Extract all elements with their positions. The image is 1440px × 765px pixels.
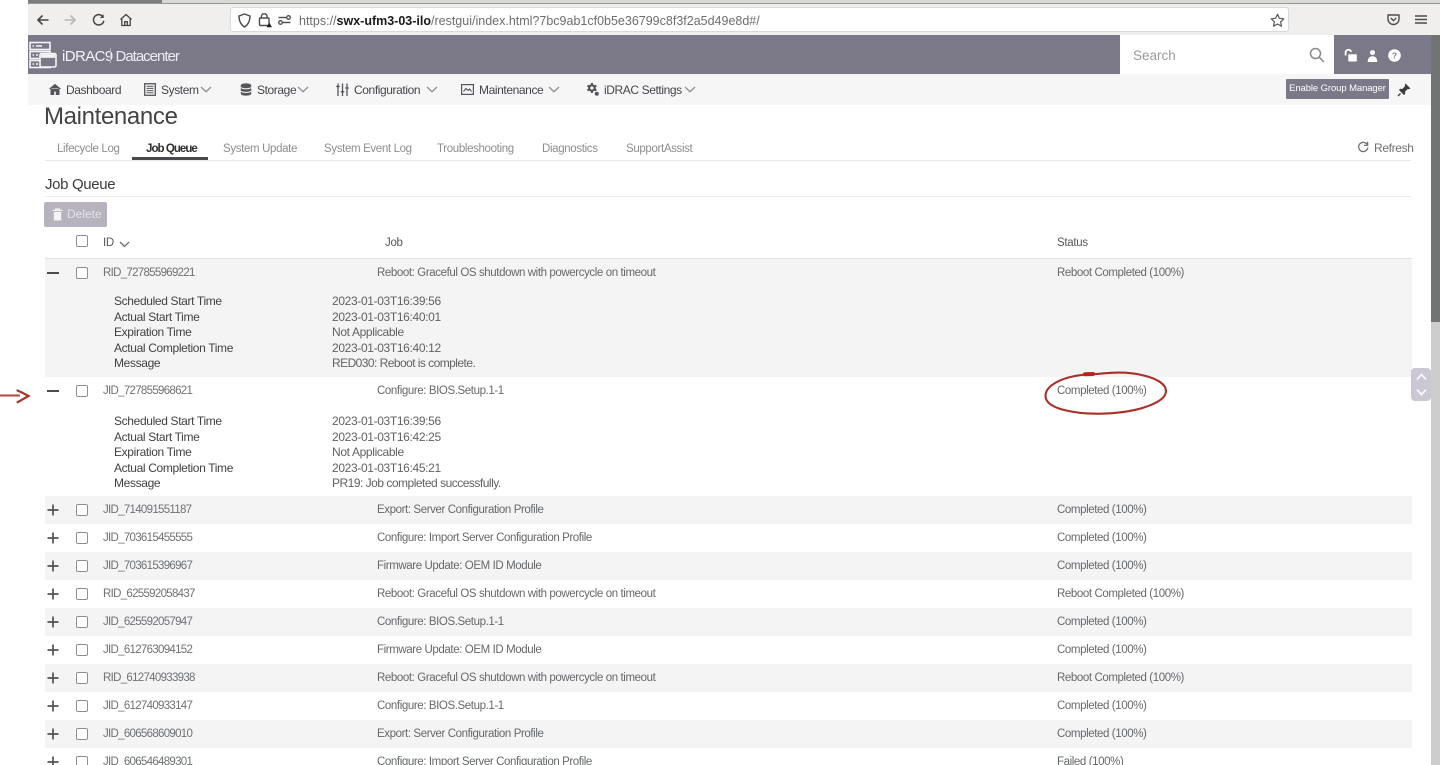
svg-text:?: ? — [1392, 50, 1397, 60]
